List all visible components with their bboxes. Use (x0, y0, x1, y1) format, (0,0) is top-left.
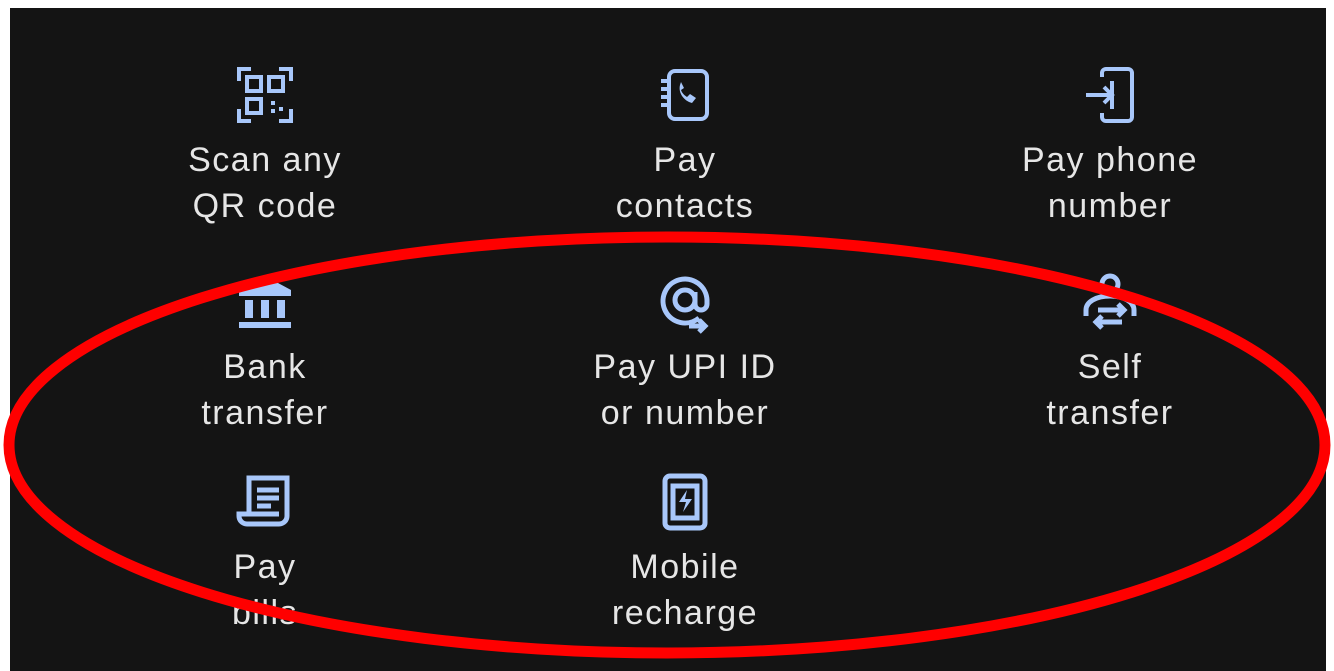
scan-qr-label: Scan any QR code (188, 141, 342, 225)
bank-transfer-label: Bank transfer (201, 348, 329, 432)
pay-contacts-button[interactable]: Pay contacts (535, 63, 835, 229)
bank-transfer-button[interactable]: Bank transfer (115, 270, 415, 436)
mobile-recharge-label: Mobile recharge (611, 548, 759, 632)
payment-options-panel: Scan any QR code Pay contacts Pay phone (10, 8, 1326, 671)
bill-receipt-icon (233, 470, 297, 534)
pay-contacts-label: Pay contacts (615, 141, 755, 225)
pay-bills-label: Pay bills (231, 548, 299, 632)
pay-phone-label: Pay phone number (1021, 141, 1199, 225)
phone-enter-icon (1078, 63, 1142, 127)
pay-phone-button[interactable]: Pay phone number (960, 63, 1260, 229)
pay-bills-button[interactable]: Pay bills (115, 470, 415, 636)
mobile-recharge-icon (653, 470, 717, 534)
self-transfer-icon (1078, 270, 1142, 334)
scan-qr-button[interactable]: Scan any QR code (115, 63, 415, 229)
qr-scan-icon (233, 63, 297, 127)
contacts-phone-icon (653, 63, 717, 127)
self-transfer-label: Self transfer (1046, 348, 1174, 432)
self-transfer-button[interactable]: Self transfer (960, 270, 1260, 436)
mobile-recharge-button[interactable]: Mobile recharge (535, 470, 835, 636)
pay-upi-button[interactable]: Pay UPI ID or number (535, 270, 835, 436)
at-sign-arrow-icon (653, 270, 717, 334)
pay-upi-label: Pay UPI ID or number (593, 348, 777, 432)
bank-icon (233, 270, 297, 334)
